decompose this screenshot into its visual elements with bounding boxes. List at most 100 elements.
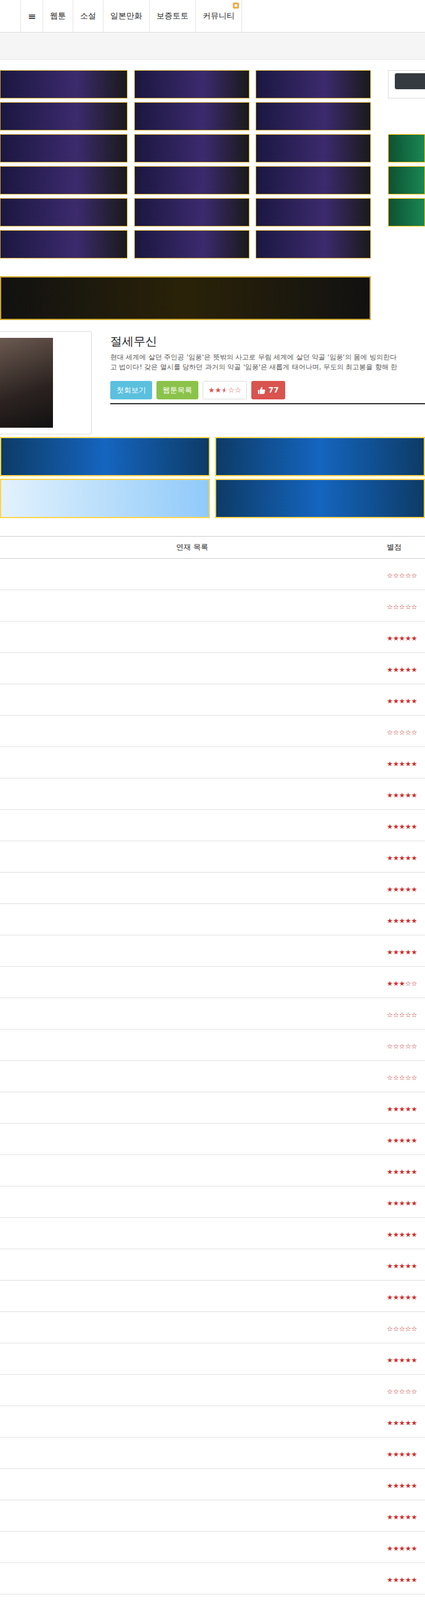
thumbnail[interactable] [0, 338, 53, 429]
episode-row[interactable]: ★★★★★ [0, 873, 425, 905]
star-icon: ★ [399, 949, 406, 958]
episode-row[interactable]: ★★★★★ [0, 747, 425, 780]
ad-banner[interactable] [0, 479, 211, 519]
episode-row[interactable]: ★★★★★ [0, 684, 425, 717]
wide-ad-banner[interactable] [0, 276, 371, 321]
star-icon: ★ [399, 666, 406, 675]
star-icon: ★ [405, 1169, 412, 1178]
star-icon: ★ [386, 949, 393, 958]
series-info: 절세무신현대 세계에 살던 주인공 '임풍'은 뜻밖의 사고로 무림 세계에 살… [0, 331, 425, 435]
nav-item[interactable]: 일본만화 [102, 0, 150, 33]
star-icon: ★ [386, 1357, 393, 1366]
series-description: 현대 세계에 살던 주인공 '임풍'은 뜻밖의 사고로 무림 세계에 살던 약골… [110, 352, 425, 373]
star-icon: ★ [399, 1514, 406, 1523]
side-button[interactable] [394, 73, 425, 90]
episode-row[interactable]: ★★★☆☆ [0, 967, 425, 1000]
ad-banner[interactable] [255, 70, 371, 99]
sub-band [0, 32, 425, 60]
episode-row[interactable]: ★★★★★ [0, 904, 425, 937]
nav-item[interactable]: 웹툰 [42, 0, 73, 33]
star-icon: ★ [405, 1231, 412, 1240]
episode-row[interactable]: ★★★★★ [0, 779, 425, 811]
episode-row[interactable]: ☆☆☆☆☆ [0, 999, 425, 1031]
ad-banner[interactable] [0, 230, 128, 259]
ad-banner[interactable] [214, 479, 425, 519]
episode-row[interactable]: ★★★★★ [0, 1470, 425, 1502]
episode-row[interactable]: ★★★★★ [0, 1250, 425, 1282]
episode-row[interactable]: ★★★★★ [0, 1124, 425, 1157]
episode-row[interactable]: ★★★★★ [0, 1501, 425, 1534]
episode-row[interactable]: ☆☆☆☆☆ [0, 1030, 425, 1062]
like-button[interactable]: 77 [251, 381, 286, 400]
episode-row[interactable]: ★★★★★ [0, 936, 425, 968]
ad-banner[interactable] [134, 166, 250, 195]
ad-banner[interactable] [388, 134, 425, 163]
episode-row[interactable]: ★★★★★ [0, 841, 425, 874]
star-icon: ☆ [405, 1043, 412, 1052]
episode-row[interactable]: ★★★★★ [0, 810, 425, 842]
ad-banner[interactable] [134, 70, 250, 99]
star-icon: ★ [392, 1263, 400, 1272]
ad-banner[interactable] [134, 230, 250, 259]
star-icon: ★ [411, 949, 418, 958]
episode-row[interactable]: ★★★★★ [0, 1187, 425, 1219]
ad-banner[interactable] [134, 102, 250, 131]
episode-row[interactable]: ☆☆☆☆☆ [0, 1376, 425, 1408]
banner-grid [0, 70, 371, 259]
episode-row[interactable]: ★★★★★ [0, 653, 425, 685]
episode-row[interactable]: ★★★★★ [0, 1407, 425, 1439]
episode-row[interactable]: ☆☆☆☆☆ [0, 716, 425, 748]
episode-row[interactable]: ★★★★★ [0, 1533, 425, 1565]
ad-banner[interactable] [388, 198, 425, 227]
ad-banner[interactable] [388, 166, 425, 195]
ad-banner[interactable] [255, 230, 371, 259]
episode-row[interactable]: ☆☆☆☆☆ [0, 1061, 425, 1094]
star-icon: ☆ [399, 603, 406, 612]
episode-row[interactable]: ☆☆☆☆☆ [0, 1313, 425, 1345]
list-button[interactable]: 웹툰목록 [156, 381, 199, 400]
episode-row[interactable]: ★★★★★ [0, 622, 425, 654]
nav-item[interactable]: 소설 [72, 0, 103, 33]
ad-banner[interactable] [0, 437, 211, 477]
episode-row[interactable]: ★★★★★ [0, 1438, 425, 1471]
ad-banner[interactable] [0, 166, 128, 195]
nav-item[interactable]: 커뮤니티 [195, 0, 243, 33]
star-icon: ★ [405, 1451, 412, 1460]
ad-banner[interactable] [255, 166, 371, 195]
nav-item[interactable]: 보증토토 [149, 0, 196, 33]
star-icon: ★ [386, 1483, 393, 1492]
ad-banner[interactable] [255, 134, 371, 163]
menu-button[interactable]: ≡ [20, 0, 43, 33]
star-icon: ★ [411, 1451, 418, 1460]
star-icon: ★ [386, 1231, 393, 1240]
ad-banner[interactable] [134, 134, 250, 163]
page: ≡웹툰 소설 일본만화 보증토토 커뮤니티 절세무신현대 세계에 살던 주인공 … [0, 0, 425, 1600]
star-icon: ★ [386, 635, 393, 644]
episode-row[interactable]: ☆☆☆☆☆ [0, 590, 425, 623]
episode-row[interactable]: ★★★★★ [0, 1093, 425, 1125]
star-icon: ★ [386, 1263, 393, 1272]
episode-row[interactable]: ★★★★★ [0, 1564, 425, 1596]
star-icon: ★ [392, 1420, 400, 1429]
ad-banner[interactable] [255, 102, 371, 131]
episode-row[interactable]: ★★★★★ [0, 1218, 425, 1251]
rating[interactable]: ★★★☆☆ [202, 381, 247, 400]
star-icon: ☆ [234, 386, 242, 395]
ad-banner[interactable] [134, 198, 250, 227]
ad-row [0, 479, 425, 519]
star-icon: ★ [392, 1357, 400, 1366]
first-episode-button[interactable]: 첫회보기 [110, 381, 153, 400]
ad-banner[interactable] [0, 70, 128, 99]
ad-banner[interactable] [255, 198, 371, 227]
episode-row[interactable]: ☆☆☆☆☆ [0, 559, 425, 591]
ad-banner[interactable] [0, 198, 128, 227]
episode-row[interactable]: ★★★★★ [0, 1156, 425, 1188]
star-icon: ★ [392, 1451, 400, 1460]
star-icon: ☆ [405, 1074, 412, 1083]
episode-row[interactable]: ★★★★★ [0, 1344, 425, 1377]
ad-banner[interactable] [0, 134, 128, 163]
episode-row[interactable]: ★★★★★ [0, 1281, 425, 1314]
ad-banner[interactable] [214, 437, 425, 477]
star-icon: ★ [411, 635, 418, 644]
ad-banner[interactable] [0, 102, 128, 131]
